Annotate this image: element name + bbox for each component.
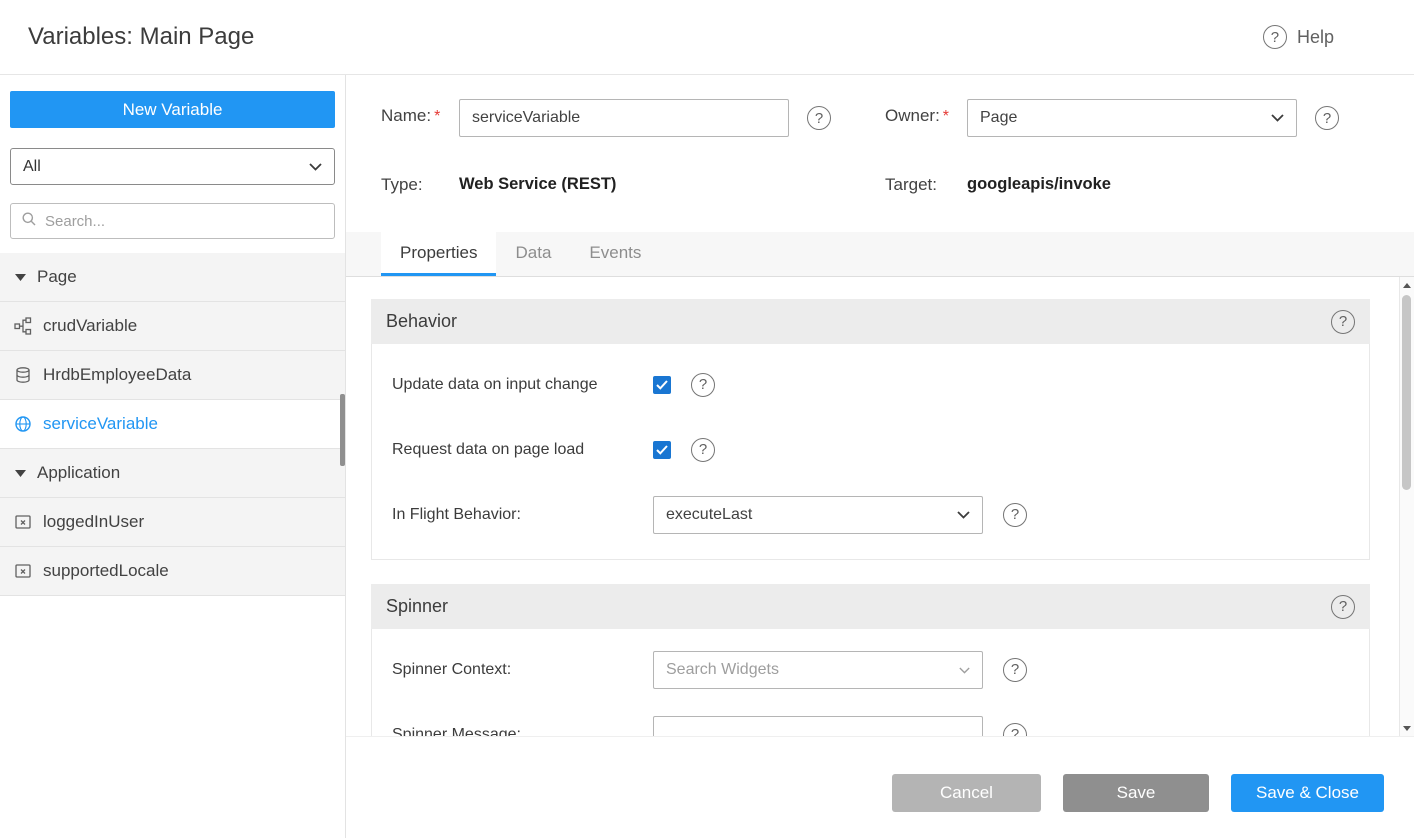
help-button[interactable]: ? Help bbox=[1263, 0, 1334, 74]
group-label: Page bbox=[37, 267, 77, 287]
name-input[interactable] bbox=[459, 99, 789, 137]
scrollbar-thumb[interactable] bbox=[1402, 295, 1411, 490]
variable-tree: Page crudVariable HrdbEmployeeData bbox=[0, 253, 345, 596]
search-input[interactable] bbox=[45, 213, 324, 230]
variable-label: loggedInUser bbox=[43, 512, 144, 532]
request-data-help-icon[interactable]: ? bbox=[691, 438, 715, 462]
variable-label: supportedLocale bbox=[43, 561, 169, 581]
request-data-label: Request data on page load bbox=[392, 441, 653, 459]
detail-tabs: Properties Data Events bbox=[346, 232, 1414, 277]
required-asterisk: * bbox=[434, 108, 440, 125]
collapse-triangle-icon bbox=[14, 470, 26, 477]
sidebar-item-supportedlocale[interactable]: supportedLocale bbox=[0, 547, 345, 596]
web-service-icon bbox=[14, 415, 32, 433]
spinner-message-label: Spinner Message: bbox=[392, 726, 653, 738]
variable-detail-pane: Name:* ? Owner:* Page ? Type: Web Servic… bbox=[346, 75, 1414, 838]
in-flight-value: executeLast bbox=[666, 506, 752, 524]
chevron-down-icon bbox=[957, 506, 970, 524]
variable-search bbox=[10, 203, 335, 239]
target-label: Target: bbox=[885, 175, 937, 195]
static-variable-icon bbox=[14, 513, 32, 531]
variable-label: serviceVariable bbox=[43, 414, 158, 434]
dialog-footer: Cancel Save Save & Close bbox=[346, 737, 1414, 838]
collapse-triangle-icon bbox=[14, 274, 26, 281]
save-button[interactable]: Save bbox=[1063, 774, 1209, 812]
variables-dialog: Variables: Main Page ? Help New Variable… bbox=[0, 0, 1414, 839]
behavior-help-icon[interactable]: ? bbox=[1331, 310, 1355, 334]
in-flight-row: In Flight Behavior: executeLast ? bbox=[372, 482, 1369, 547]
sidebar-group-page[interactable]: Page bbox=[0, 253, 345, 302]
spinner-message-row: Spinner Message: ? bbox=[372, 702, 1369, 737]
in-flight-select[interactable]: executeLast bbox=[653, 496, 983, 534]
new-variable-button[interactable]: New Variable bbox=[10, 91, 335, 128]
spinner-context-placeholder: Search Widgets bbox=[666, 661, 779, 679]
cancel-button[interactable]: Cancel bbox=[892, 774, 1041, 812]
sidebar-item-servicevariable[interactable]: serviceVariable bbox=[0, 400, 345, 449]
page-title: Variables: Main Page bbox=[28, 23, 254, 51]
variable-filter-select[interactable]: All bbox=[10, 148, 335, 185]
tab-events[interactable]: Events bbox=[570, 232, 660, 276]
variable-label: HrdbEmployeeData bbox=[43, 365, 191, 385]
spinner-context-row: Spinner Context: Search Widgets ? bbox=[372, 637, 1369, 702]
sidebar-scrollbar-thumb[interactable] bbox=[340, 394, 345, 466]
owner-label: Owner:* bbox=[885, 106, 949, 126]
group-label: Application bbox=[37, 463, 120, 483]
behavior-section-title: Behavior bbox=[386, 311, 457, 332]
variable-filter-value: All bbox=[23, 158, 41, 176]
in-flight-help-icon[interactable]: ? bbox=[1003, 503, 1027, 527]
chevron-down-icon bbox=[959, 661, 970, 679]
help-label: Help bbox=[1297, 27, 1334, 48]
behavior-section: Behavior ? Update data on input change ? bbox=[371, 299, 1370, 560]
vertical-scrollbar[interactable] bbox=[1399, 277, 1414, 736]
spinner-context-help-icon[interactable]: ? bbox=[1003, 658, 1027, 682]
name-label: Name:* bbox=[381, 106, 440, 126]
save-and-close-button[interactable]: Save & Close bbox=[1231, 774, 1384, 812]
static-variable-icon bbox=[14, 562, 32, 580]
target-value: googleapis/invoke bbox=[967, 175, 1111, 194]
request-data-row: Request data on page load ? bbox=[372, 417, 1369, 482]
scrollbar-down-icon[interactable] bbox=[1400, 720, 1414, 736]
owner-help-icon[interactable]: ? bbox=[1315, 106, 1339, 130]
type-label: Type: bbox=[381, 175, 423, 195]
update-data-help-icon[interactable]: ? bbox=[691, 373, 715, 397]
spinner-message-input[interactable] bbox=[653, 716, 983, 738]
spinner-context-label: Spinner Context: bbox=[392, 661, 653, 679]
spinner-section-title: Spinner bbox=[386, 596, 448, 617]
sidebar-item-loggedinuser[interactable]: loggedInUser bbox=[0, 498, 345, 547]
sidebar-group-application[interactable]: Application bbox=[0, 449, 345, 498]
spinner-section: Spinner ? Spinner Context: Search Widget… bbox=[371, 584, 1370, 737]
spinner-message-help-icon[interactable]: ? bbox=[1003, 723, 1027, 738]
in-flight-label: In Flight Behavior: bbox=[392, 506, 653, 524]
database-icon bbox=[14, 366, 32, 384]
owner-select[interactable]: Page bbox=[967, 99, 1297, 137]
name-help-icon[interactable]: ? bbox=[807, 106, 831, 130]
update-data-row: Update data on input change ? bbox=[372, 352, 1369, 417]
scrollbar-up-icon[interactable] bbox=[1400, 277, 1414, 293]
sidebar-item-hrdbemployeedata[interactable]: HrdbEmployeeData bbox=[0, 351, 345, 400]
search-icon bbox=[21, 211, 37, 232]
crud-variable-icon bbox=[14, 317, 32, 335]
chevron-down-icon bbox=[1271, 109, 1284, 127]
owner-value: Page bbox=[980, 109, 1017, 127]
request-data-checkbox[interactable] bbox=[653, 441, 671, 459]
required-asterisk: * bbox=[943, 108, 949, 125]
tab-properties[interactable]: Properties bbox=[381, 232, 496, 276]
spinner-context-select[interactable]: Search Widgets bbox=[653, 651, 983, 689]
sidebar-item-crudvariable[interactable]: crudVariable bbox=[0, 302, 345, 351]
help-icon: ? bbox=[1263, 25, 1287, 49]
variables-sidebar: New Variable All bbox=[0, 75, 346, 838]
update-data-checkbox[interactable] bbox=[653, 376, 671, 394]
update-data-label: Update data on input change bbox=[392, 376, 653, 394]
dialog-header: Variables: Main Page ? Help bbox=[0, 0, 1414, 75]
spinner-help-icon[interactable]: ? bbox=[1331, 595, 1355, 619]
chevron-down-icon bbox=[309, 158, 322, 176]
variable-form-header: Name:* ? Owner:* Page ? Type: Web Servic… bbox=[346, 75, 1414, 232]
type-value: Web Service (REST) bbox=[459, 175, 616, 194]
tab-data[interactable]: Data bbox=[496, 232, 570, 276]
properties-content: Behavior ? Update data on input change ? bbox=[346, 277, 1414, 737]
variable-label: crudVariable bbox=[43, 316, 137, 336]
